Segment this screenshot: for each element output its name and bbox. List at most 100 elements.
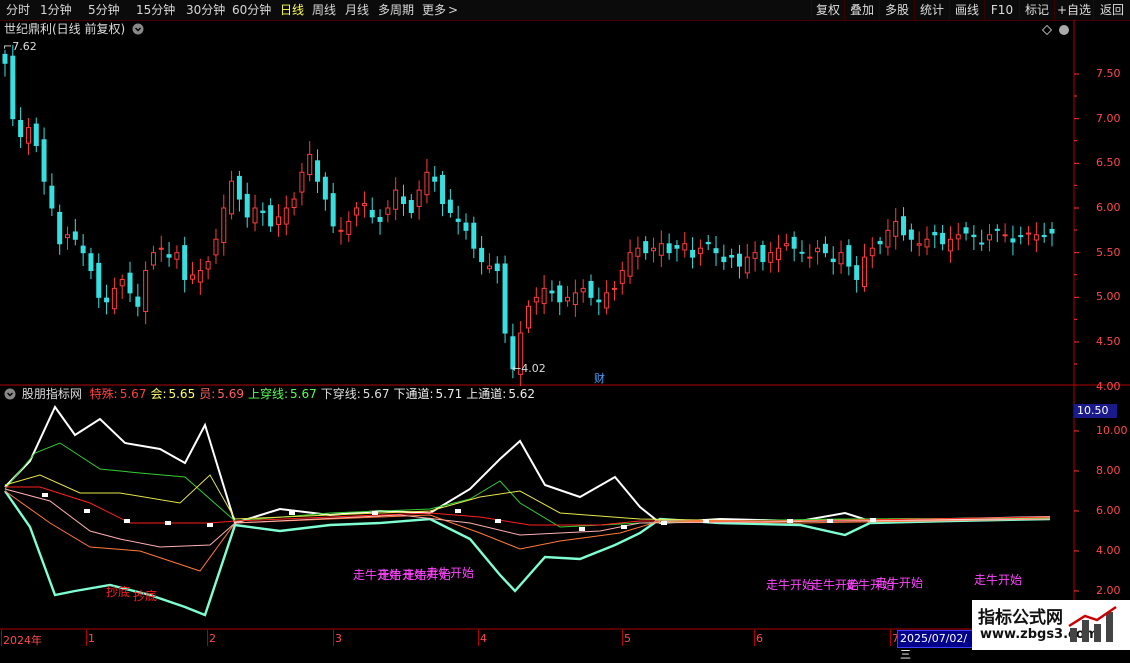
candle <box>111 277 117 315</box>
candle <box>674 240 680 262</box>
candle <box>104 284 110 315</box>
signal-dot <box>870 518 876 522</box>
candle <box>119 274 125 300</box>
price-tick: 4.50 <box>1096 335 1121 348</box>
candle <box>901 207 907 241</box>
date-tick <box>207 630 208 646</box>
candle <box>830 246 836 275</box>
finance-tag[interactable]: 财 <box>594 370 605 386</box>
candle <box>565 285 571 307</box>
mark-button[interactable]: 标记 <box>1019 0 1054 20</box>
candle <box>752 241 758 272</box>
signal-dot <box>165 521 171 525</box>
lower-channel-line <box>4 490 1051 617</box>
candle <box>80 234 86 266</box>
candle <box>291 192 297 216</box>
date-tick <box>754 630 755 646</box>
tab-30min[interactable]: 30分钟 <box>186 0 225 20</box>
candle <box>791 231 797 262</box>
tab-5min[interactable]: 5分钟 <box>88 0 120 20</box>
signal-dot <box>372 511 378 515</box>
candle <box>721 244 727 270</box>
candle <box>783 233 789 251</box>
candle <box>736 244 742 279</box>
candle <box>940 224 946 251</box>
candle <box>971 225 977 250</box>
period-toolbar: 分时 1分钟 5分钟 15分钟 30分钟 60分钟 日线 周线 月线 多周期 更… <box>0 0 1130 21</box>
signal-dot <box>455 509 461 513</box>
tab-intraday[interactable]: 分时 <box>6 0 30 20</box>
candle <box>822 236 828 258</box>
tab-more[interactable]: 更多 > <box>422 0 458 20</box>
signal-dot <box>207 523 213 527</box>
tab-daily[interactable]: 日线 <box>280 0 304 20</box>
candle <box>666 233 672 260</box>
candle <box>846 239 852 276</box>
price-tick: 5.50 <box>1096 245 1121 259</box>
candle <box>1018 226 1024 245</box>
date-label: 3 <box>335 632 342 645</box>
candle <box>729 248 735 269</box>
candle <box>604 280 610 315</box>
candle <box>72 218 78 246</box>
candle <box>424 158 430 204</box>
signal-dot <box>84 509 90 513</box>
candle <box>893 208 899 250</box>
candle <box>416 180 422 220</box>
tab-60min[interactable]: 60分钟 <box>232 0 271 20</box>
candle <box>10 45 16 127</box>
candle <box>924 226 930 256</box>
date-label: 2 <box>209 632 216 645</box>
candle <box>533 287 539 315</box>
date-label: 1 <box>88 632 95 645</box>
cursor-date: 2025/07/02/三 <box>897 630 975 661</box>
candle <box>486 253 492 274</box>
candlestick-chart[interactable] <box>0 20 1130 386</box>
tab-1min[interactable]: 1分钟 <box>40 0 72 20</box>
low-price-label: ←4.02 <box>512 362 546 375</box>
tab-weekly[interactable]: 周线 <box>312 0 336 20</box>
candle <box>541 275 547 314</box>
multi-stock-button[interactable]: 多股 <box>879 0 914 20</box>
price-tick: 5.00 <box>1096 290 1121 304</box>
tab-monthly[interactable]: 月线 <box>345 0 369 20</box>
statistics-button[interactable]: 统计 <box>914 0 949 20</box>
tab-multi-period[interactable]: 多周期 <box>378 0 414 20</box>
signal-label: 抄底 <box>133 589 158 603</box>
candle <box>127 261 133 303</box>
candle <box>1026 225 1032 246</box>
candle <box>838 240 844 274</box>
f10-button[interactable]: F10 <box>984 0 1019 20</box>
back-button[interactable]: 返回 <box>1093 0 1130 20</box>
candle <box>916 231 922 257</box>
candle <box>502 255 508 343</box>
candle <box>150 245 156 270</box>
candle <box>2 49 8 77</box>
candle <box>221 194 227 256</box>
candle <box>877 236 883 255</box>
candle <box>322 172 328 211</box>
candle <box>400 184 406 216</box>
indicator-tick: 2.00 <box>1096 584 1121 597</box>
draw-line-button[interactable]: 画线 <box>949 0 984 20</box>
candle <box>369 197 375 224</box>
high-price-label: ⌐7.62 <box>3 40 37 53</box>
tab-15min[interactable]: 15分钟 <box>136 0 175 20</box>
candle <box>174 245 180 269</box>
overlay-button[interactable]: 叠加 <box>844 0 879 20</box>
candle <box>908 223 914 252</box>
candle <box>65 226 71 250</box>
candle <box>18 107 24 149</box>
date-tick <box>478 630 479 646</box>
candle <box>885 219 891 256</box>
candle <box>705 234 711 251</box>
restore-rights-button[interactable]: 复权 <box>811 0 844 20</box>
candle <box>182 236 188 293</box>
signal-dot <box>579 527 585 531</box>
candle <box>549 280 555 302</box>
date-label: 6 <box>756 632 763 645</box>
candle <box>96 253 102 308</box>
indicator-chart[interactable] <box>0 386 1130 630</box>
add-watchlist-button[interactable]: +自选 <box>1054 0 1093 20</box>
candle <box>526 300 531 333</box>
